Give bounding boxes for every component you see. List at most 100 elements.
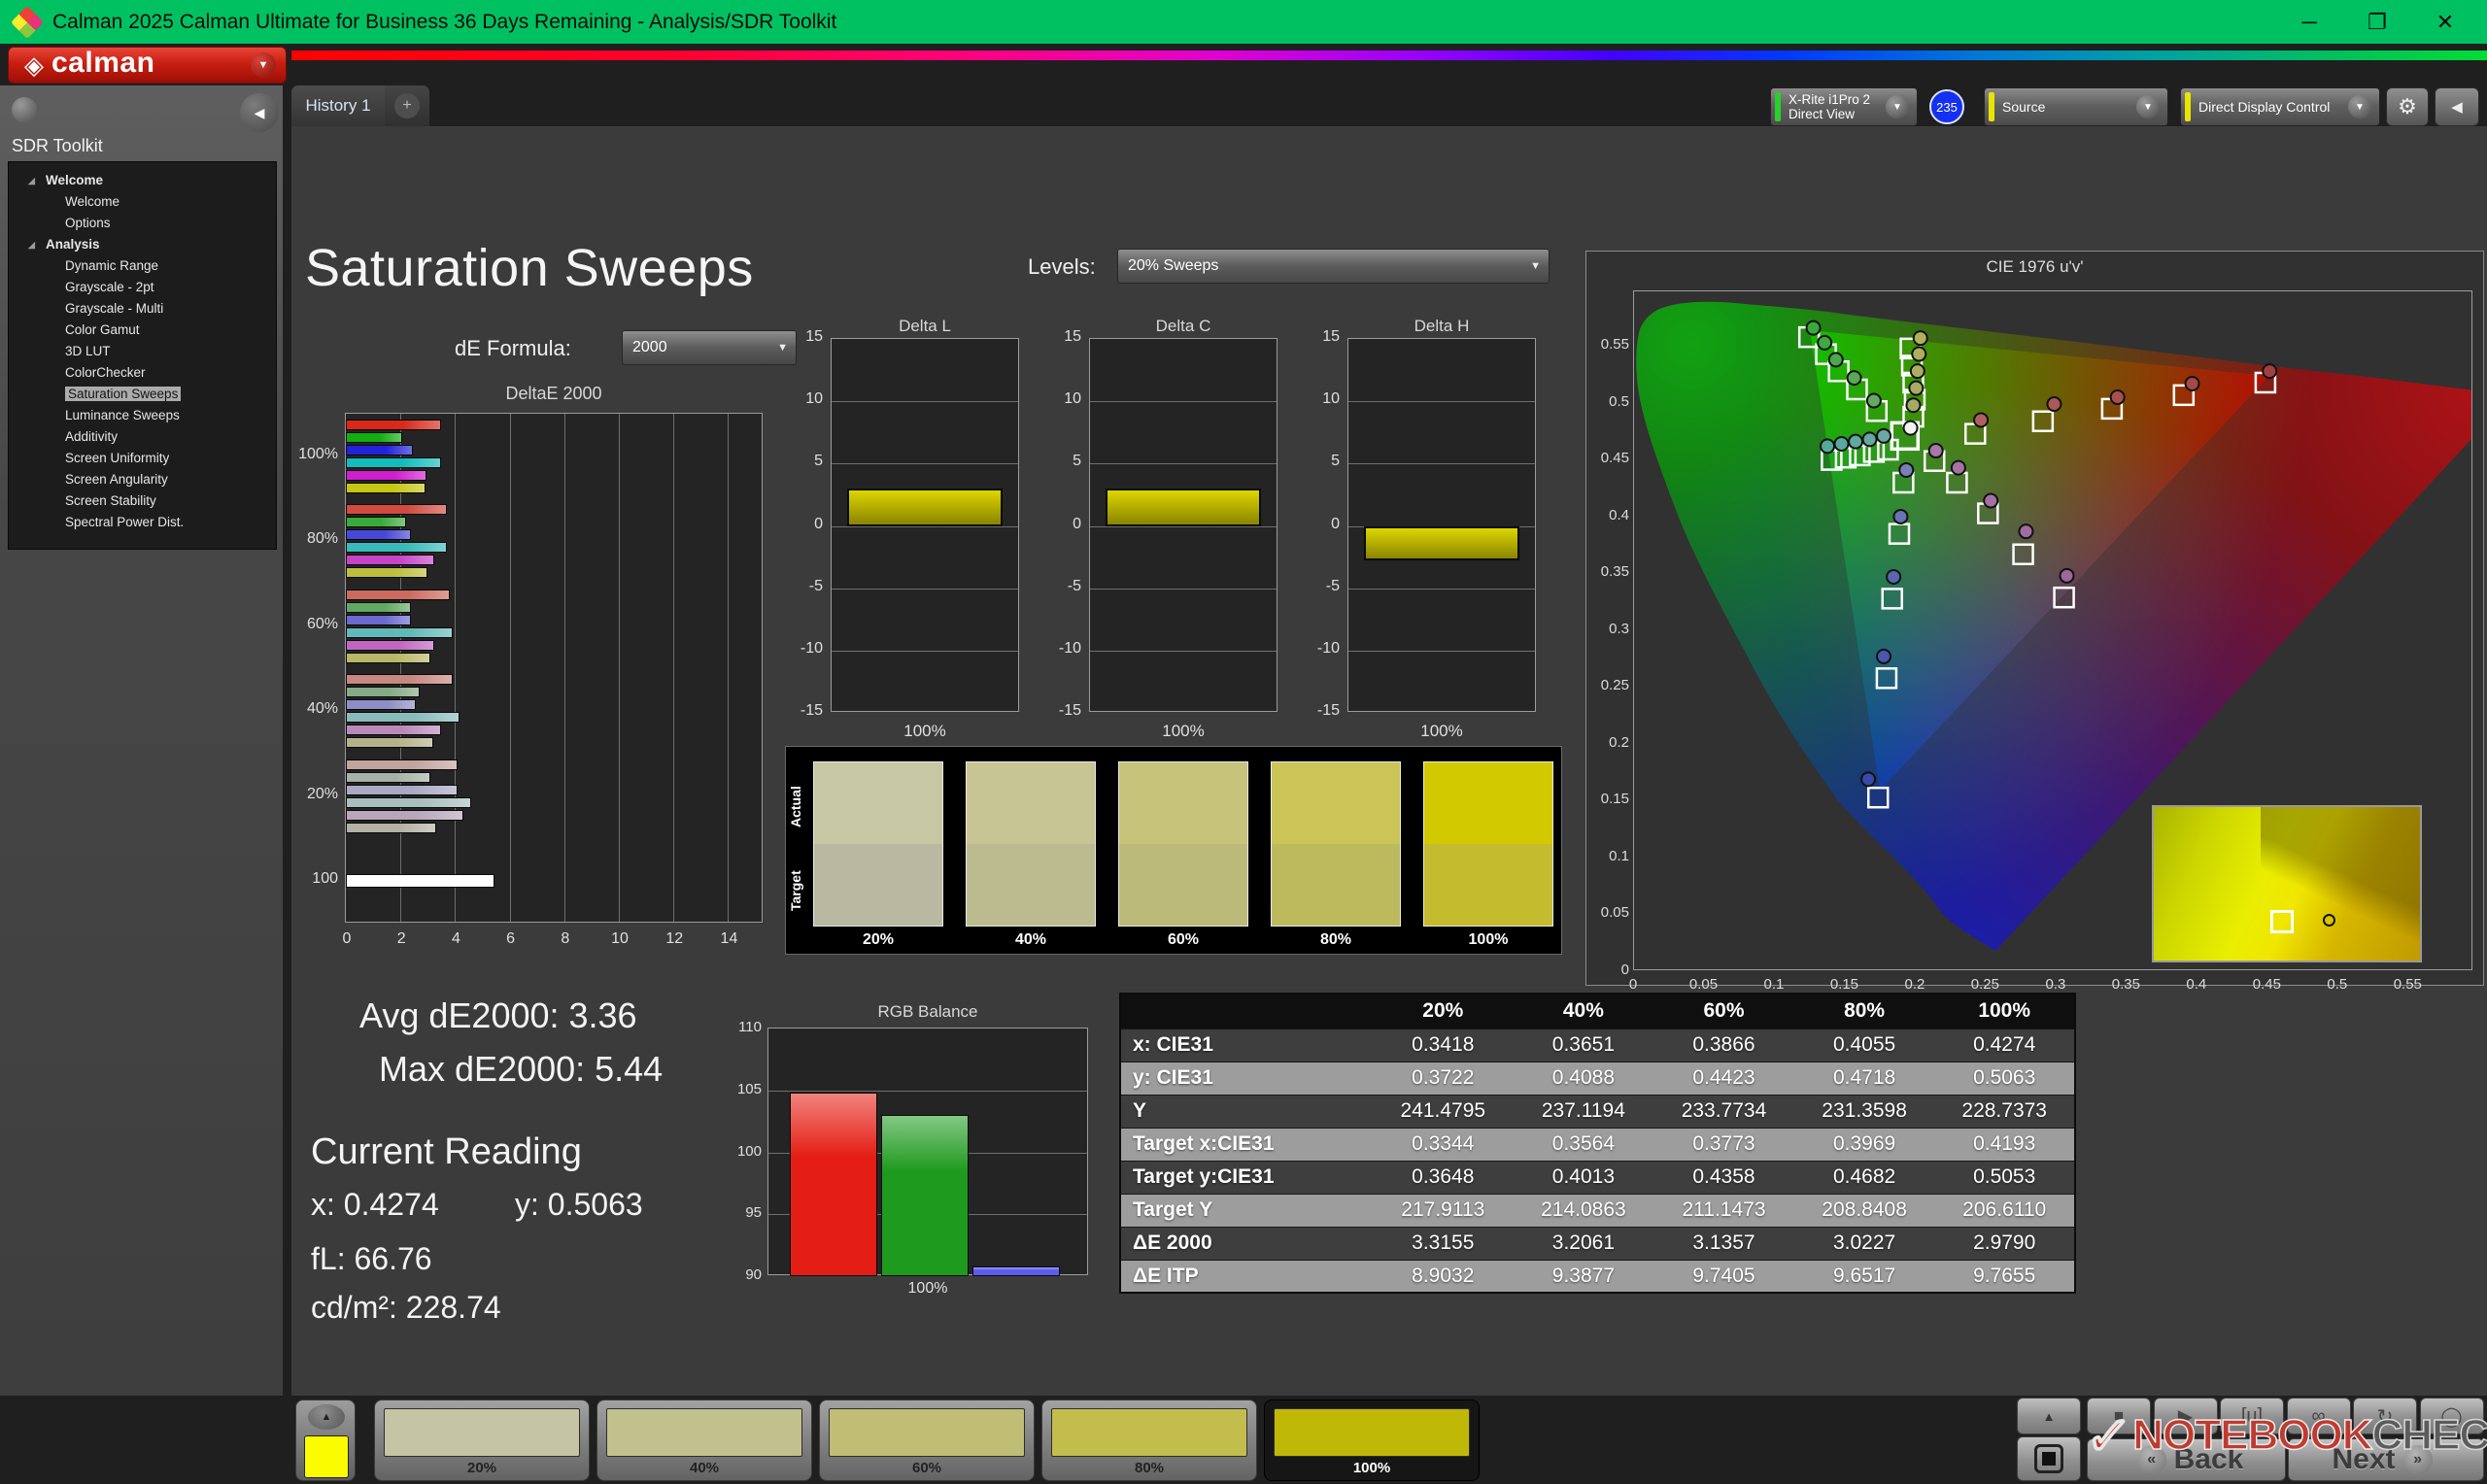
tree-expand-icon[interactable]: ◢ [28,234,35,255]
saturation-swatch-60%[interactable]: 60% [819,1400,1035,1481]
de-formula-select[interactable]: 2000 ▼ [622,330,797,365]
table-row: Target y:CIE31 0.3648 0.4013 0.4358 0.4682 0.… [1120,1160,2075,1194]
tree-expand-icon[interactable]: ◢ [28,170,35,191]
sidebar-item-3d-lut[interactable]: 3D LUT [9,341,276,362]
actual-color [814,762,942,844]
chevron-down-icon: ▼ [1886,95,1909,118]
sidebar-item-saturation-sweeps[interactable]: Saturation Sweeps [9,384,276,405]
add-tab-button[interactable]: + [385,85,429,126]
sidebar-item-analysis[interactable]: ◢ Analysis [9,234,276,255]
sidebar-item-welcome[interactable]: Welcome [9,191,276,213]
sidebar-collapse-button[interactable]: ◀ [240,93,279,132]
delta-y-tick: 0 [1331,515,1340,532]
delta-x-label: 100% [1420,722,1463,740]
calman-menu-button[interactable]: ◈ calman ▼ [8,47,287,84]
deltae-bar [346,419,442,430]
next-button[interactable]: Next » [2288,1438,2484,1481]
delta-y-tick: 15 [1322,328,1340,345]
delta-chart-title: Delta C [1155,317,1211,335]
delta-y-tick: 10 [1322,390,1340,408]
table-cell: 9.7655 [1934,1259,2075,1293]
rainbow-gradient-bar [291,51,2487,60]
table-cell: 9.3877 [1513,1259,1654,1293]
expand-transport-button[interactable]: ▲ [2017,1398,2081,1434]
table-cell: 0.4193 [1934,1127,2075,1161]
current-x: x: 0.4274 [311,1187,439,1222]
loop-button[interactable]: ∞ [2286,1398,2351,1434]
collapse-panel-button[interactable]: ◀ [2435,87,2479,126]
table-cell: 0.3651 [1513,1028,1654,1062]
sidebar-item-color-gamut[interactable]: Color Gamut [9,320,276,341]
deltae-group-label: 60% [306,615,338,632]
pattern-button[interactable]: [u] [2220,1398,2284,1434]
stop-measure-button[interactable] [2017,1436,2081,1481]
rgb-y-tick: 105 [736,1080,762,1097]
table-row: Target Y 217.9113 214.0863 211.1473 208.8408… [1120,1193,2075,1227]
inset-target-marker [2270,910,2294,933]
settings-button[interactable]: ⚙ [2386,87,2429,126]
delta-y-tick: 15 [805,328,823,345]
saturation-swatch-100%[interactable]: 100% [1264,1400,1480,1481]
close-button[interactable]: ✕ [2411,0,2479,44]
inset-measured-marker [2323,914,2335,927]
table-cell: 0.3866 [1653,1028,1794,1062]
rgb-balance-chart [767,1028,1088,1276]
deltaH-chart [1347,338,1536,712]
deltae-bar [346,784,459,795]
display-control-dropdown[interactable]: Direct Display Control ▼ [2180,87,2380,126]
saturation-swatch-80%[interactable]: 80% [1041,1400,1257,1481]
sidebar-item-colorchecker[interactable]: ColorChecker [9,362,276,384]
chevron-left-icon: ◀ [2451,99,2463,116]
chevron-up-icon: ▲ [2042,1408,2056,1424]
sidebar-item-options[interactable]: Options [9,213,276,234]
table-cell: 0.3418 [1373,1028,1514,1062]
sidebar-item-screen-stability[interactable]: Screen Stability [9,490,276,512]
active-patch-panel[interactable]: ▲ [295,1400,356,1481]
deltae-bar [346,469,426,481]
sidebar-item-luminance-sweeps[interactable]: Luminance Sweeps [9,405,276,426]
sidebar-item-dynamic-range[interactable]: Dynamic Range [9,255,276,277]
source-dropdown[interactable]: Source ▼ [1984,87,2168,126]
saturation-swatch-40%[interactable]: 40% [596,1400,812,1481]
record-button[interactable]: ◯ [2419,1398,2484,1434]
meter-dropdown[interactable]: X-Rite i1Pro 2 Direct View ▼ [1770,87,1918,126]
delta-y-tick: -10 [800,639,823,657]
sidebar-item-screen-angularity[interactable]: Screen Angularity [9,469,276,490]
table-cell: 211.1473 [1653,1193,1794,1227]
table-cell: 0.3648 [1373,1160,1514,1194]
meter-count-badge[interactable]: 235 [1929,89,1964,124]
swatch-label: 60% [911,1460,942,1476]
tab-history-1[interactable]: History 1 [291,85,385,126]
restore-button[interactable]: ❐ [2343,0,2411,44]
compare-swatch-100% [1423,761,1553,927]
gridline [563,414,565,922]
swatch-label: 80% [1134,1460,1165,1476]
table-cell: 3.1357 [1653,1226,1794,1260]
page-title: Saturation Sweeps [305,239,754,297]
sidebar-item-welcome[interactable]: ◢ Welcome [9,170,276,191]
minimize-button[interactable]: ─ [2275,0,2343,44]
back-button[interactable]: « Back [2087,1438,2286,1481]
chevron-double-right-icon: » [2402,1445,2433,1474]
refresh-button[interactable]: ↻ [2353,1398,2417,1434]
sidebar-item-screen-uniformity[interactable]: Screen Uniformity [9,448,276,469]
play-button[interactable]: ▶ [2153,1398,2218,1434]
sidebar-item-spectral-power-dist-[interactable]: Spectral Power Dist. [9,512,276,533]
sidebar-item-additivity[interactable]: Additivity [9,426,276,448]
table-cell: 0.4718 [1793,1061,1935,1095]
table-row: x: CIE31 0.3418 0.3651 0.3866 0.4055 0.4274 [1120,1028,2075,1062]
sidebar-item-grayscale-2pt[interactable]: Grayscale - 2pt [9,277,276,298]
chevron-up-icon[interactable]: ▲ [308,1404,345,1430]
delta-y-tick: 0 [1073,515,1081,532]
deltae-bar [346,759,459,770]
deltae-group-label: 100% [298,445,338,462]
swatch-color [829,1408,1025,1457]
cie-x-tick: 0.4 [2186,976,2207,993]
chevron-down-icon: ▼ [2348,95,2371,118]
levels-select[interactable]: 20% Sweeps ▼ [1117,249,1550,284]
saturation-swatch-20%[interactable]: 20% [374,1400,590,1481]
stop-button[interactable]: ⏹ [2087,1398,2151,1434]
target-label: Target [788,870,803,911]
cie-x-tick: 0.3 [2045,976,2066,993]
sidebar-item-grayscale-multi[interactable]: Grayscale - Multi [9,298,276,320]
